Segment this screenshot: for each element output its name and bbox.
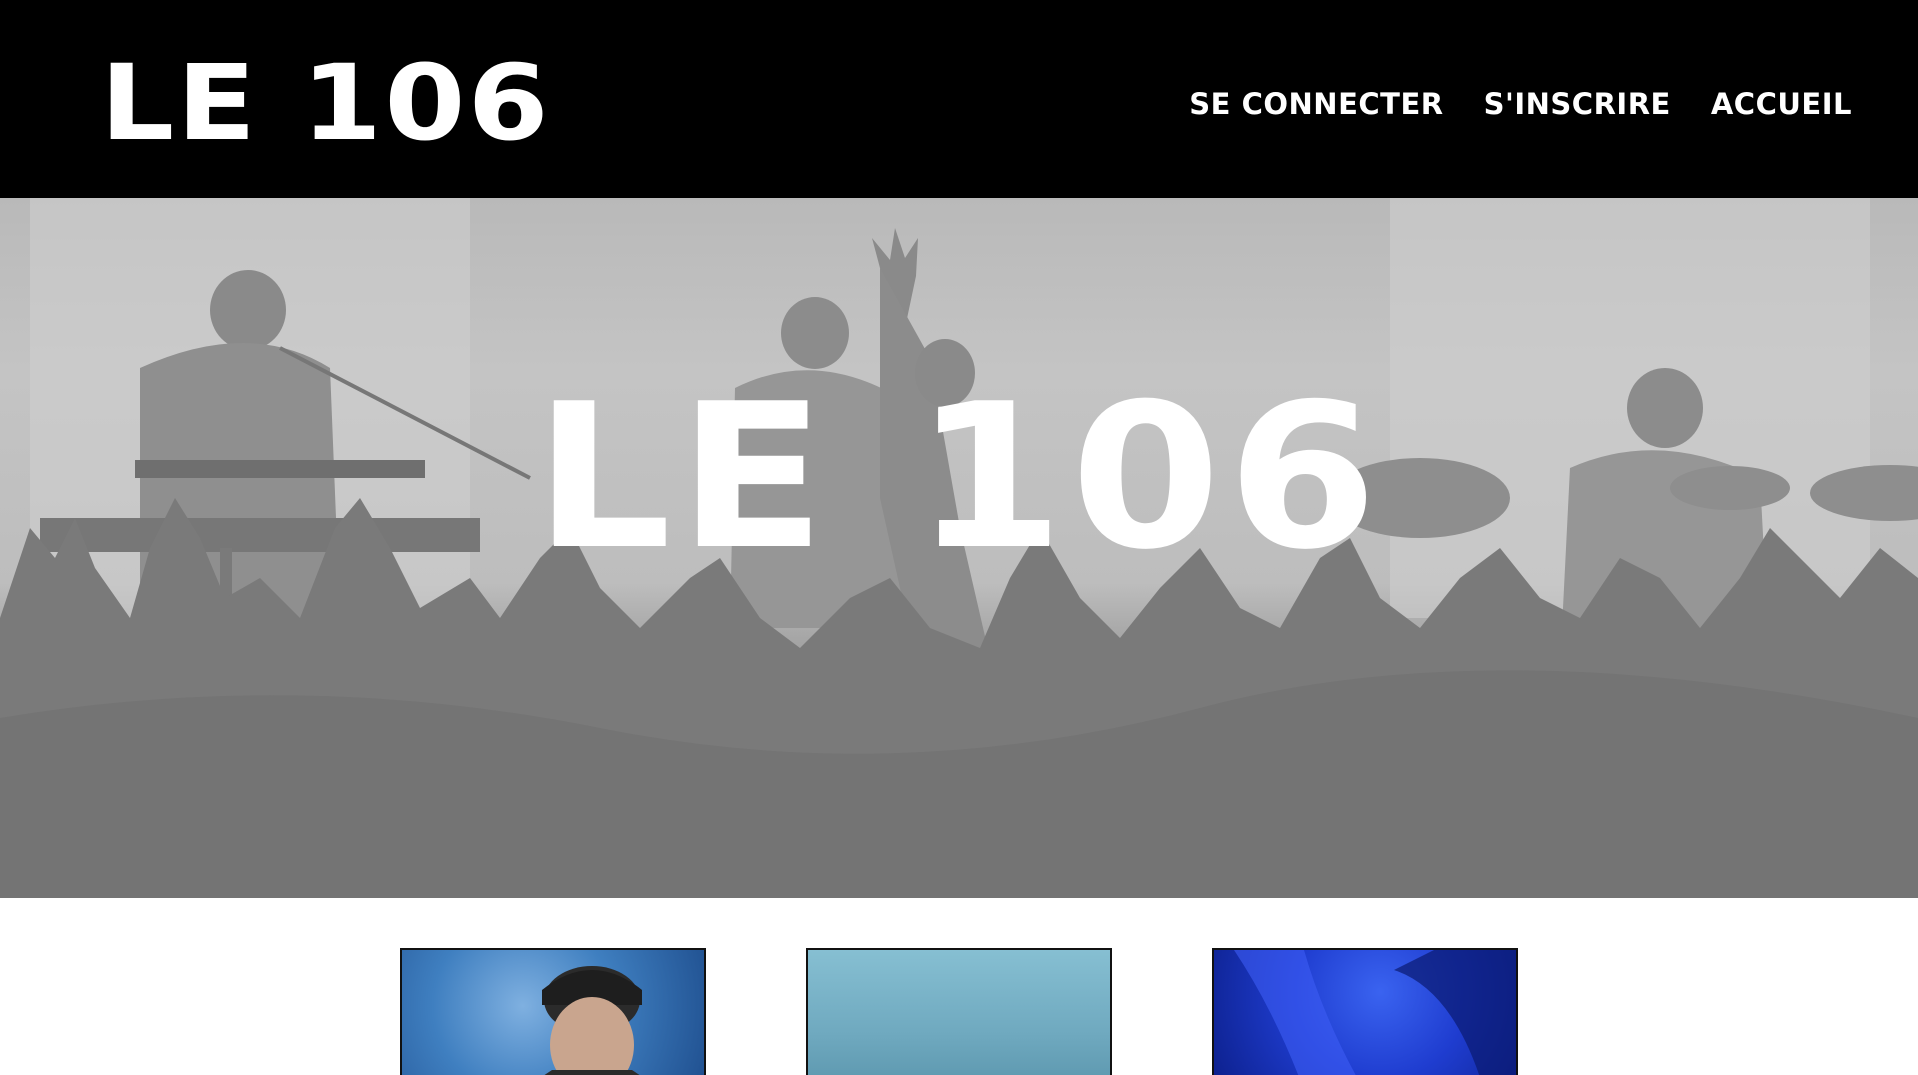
artist-card-3[interactable] [1212,948,1518,1075]
nav-home-link[interactable]: ACCUEIL [1711,84,1852,124]
artist-performance-image [1234,950,1516,1075]
artist-card-1[interactable] [400,948,706,1075]
hero-title: LE 106 [533,361,1385,594]
page: LE 106 SE CONNECTER S'INSCRIRE ACCUEIL L… [0,0,1918,1075]
hero-banner: LE 106 [0,198,1918,898]
site-logo[interactable]: LE 106 [100,48,551,158]
artist-card-2[interactable] [806,948,1112,1075]
site-header: LE 106 SE CONNECTER S'INSCRIRE ACCUEIL [0,0,1918,198]
nav-signup-link[interactable]: S'INSCRIRE [1484,84,1671,124]
main-nav: SE CONNECTER S'INSCRIRE ACCUEIL [1189,84,1852,124]
nav-login-link[interactable]: SE CONNECTER [1189,84,1443,124]
artist-portrait-image [542,966,642,1075]
featured-cards [0,948,1918,1075]
